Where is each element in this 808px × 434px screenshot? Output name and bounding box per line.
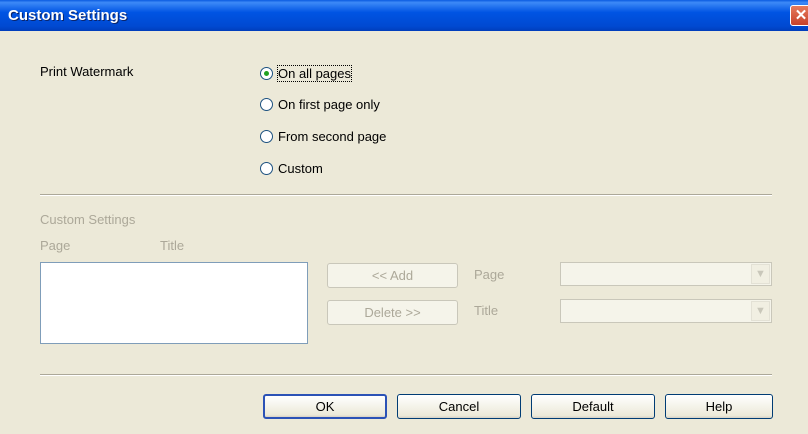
chevron-down-icon[interactable]: ▼ [751, 301, 770, 321]
close-button[interactable]: ✕ [790, 5, 808, 26]
add-button[interactable]: << Add [327, 263, 458, 288]
ok-button[interactable]: OK [263, 394, 387, 419]
radio-from-second-page[interactable]: From second page [260, 127, 386, 145]
custom-settings-dialog: Custom Settings ✕ Print Watermark On all… [0, 0, 808, 434]
column-header-page: Page [40, 238, 71, 253]
radio-button[interactable] [260, 66, 273, 80]
radio-custom[interactable]: Custom [260, 159, 323, 177]
radio-button[interactable] [260, 129, 273, 143]
custom-pages-list[interactable] [40, 262, 308, 344]
cancel-button[interactable]: Cancel [397, 394, 521, 419]
radio-label: Custom [278, 160, 323, 176]
radio-button[interactable] [260, 97, 273, 111]
title-field-label: Title [474, 303, 499, 318]
custom-settings-group-label: Custom Settings [40, 212, 136, 227]
chevron-down-icon[interactable]: ▼ [751, 264, 770, 284]
print-watermark-label: Print Watermark [40, 64, 134, 79]
radio-on-first-page-only[interactable]: On first page only [260, 95, 380, 113]
radio-label: On all pages [277, 64, 352, 82]
close-icon: ✕ [794, 7, 808, 24]
title-dropdown[interactable]: ▼ [560, 299, 772, 323]
title-bar[interactable]: Custom Settings ✕ [0, 0, 808, 31]
window-title: Custom Settings [8, 7, 128, 24]
separator [40, 374, 772, 376]
default-button[interactable]: Default [531, 394, 655, 419]
page-field-label: Page [474, 267, 505, 282]
radio-button[interactable] [260, 161, 273, 175]
radio-label: From second page [278, 128, 387, 144]
help-button[interactable]: Help [665, 394, 773, 419]
separator [40, 194, 772, 196]
radio-label: On first page only [278, 96, 380, 112]
radio-on-all-pages[interactable]: On all pages [260, 64, 352, 82]
delete-button[interactable]: Delete >> [327, 300, 458, 325]
column-header-title: Title [160, 238, 185, 253]
page-dropdown[interactable]: ▼ [560, 262, 772, 286]
